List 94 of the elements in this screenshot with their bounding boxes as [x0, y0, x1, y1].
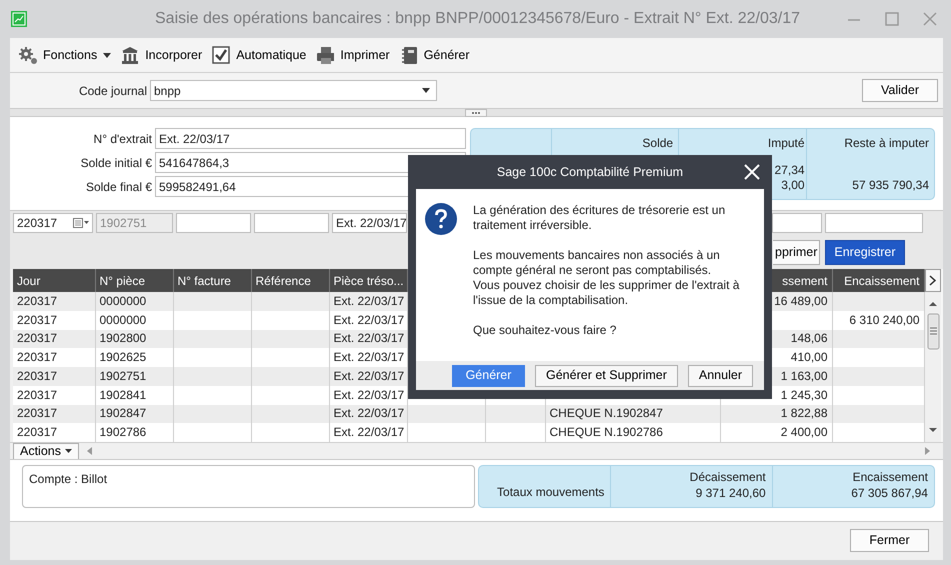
field-label: Solde final €: [84, 178, 152, 196]
bank-icon: [121, 46, 140, 64]
gear-icon: [18, 46, 37, 64]
printer-icon: [316, 46, 334, 64]
input-field[interactable]: [254, 213, 329, 233]
notebook-icon: [400, 46, 418, 64]
dialog-button[interactable]: Générer et Supprimer: [535, 364, 678, 386]
table-cell: Ext. 22/03/17: [329, 404, 407, 424]
table-cell: CHEQUE N.1902786: [545, 423, 720, 442]
input-field[interactable]: Ext. 22/03/17: [332, 213, 407, 233]
maximize-icon[interactable]: [885, 12, 899, 26]
table-cell: 220317: [13, 330, 95, 348]
totals-label: Totaux mouvements: [496, 484, 604, 500]
validate-button[interactable]: Valider: [862, 79, 938, 102]
table-cell: Ext. 22/03/17: [329, 367, 407, 386]
toolbar-button[interactable]: Incorporer: [121, 46, 202, 64]
column-header: Solde: [642, 136, 674, 151]
chevron-right-icon[interactable]: [929, 275, 936, 286]
table-cell: 1902786: [95, 423, 173, 442]
caret-icon: [65, 449, 72, 453]
table-cell: 220317: [13, 292, 95, 311]
window-title: Saisie des opérations bancaires : bnpp BNPP/00012345678/Euro - Extrait N° Ext. 22/03/17: [155, 9, 800, 29]
column-header[interactable]: Encaissement: [832, 269, 924, 292]
message-text: Que souhaitez-vous faire ?: [473, 323, 618, 338]
toolbar-button[interactable]: Imprimer: [316, 46, 390, 64]
table-cell: Ext. 22/03/17: [329, 292, 407, 311]
delete-button[interactable]: pprimer: [773, 240, 820, 264]
dialog-title: Sage 100c Comptabilité Premium: [496, 164, 684, 181]
message-text: Les mouvements bancaires non associés à un compte général ne seront pas comptabilisés.: [473, 248, 721, 278]
column-header: Imputé: [768, 136, 805, 151]
field-label: Code journal: [78, 82, 147, 100]
table-cell: Ext. 22/03/17: [329, 386, 407, 404]
dialog-button[interactable]: Générer: [452, 364, 525, 386]
input-field[interactable]: [176, 213, 251, 233]
amount-text: 3,00: [781, 178, 805, 193]
table-cell: 220317: [13, 423, 95, 442]
table-cell: 220317: [13, 386, 95, 404]
table-cell: 2 400,00: [720, 423, 832, 442]
amount-text: 27,34: [774, 163, 805, 178]
table-cell: Ext. 22/03/17: [329, 348, 407, 367]
amount-text: 57 935 790,34: [852, 178, 930, 193]
table-cell: Ext. 22/03/17: [329, 423, 407, 442]
table-cell: 1 822,88: [720, 404, 832, 424]
save-button[interactable]: Enregistrer: [825, 240, 905, 264]
column-header[interactable]: Référence: [251, 269, 329, 292]
table-cell: Ext. 22/03/17: [329, 330, 407, 348]
scroll-left-icon[interactable]: [87, 447, 92, 455]
table-cell: 1902751: [95, 367, 173, 386]
field-label: N° d'extrait: [92, 130, 152, 148]
date-field[interactable]: 220317: [13, 213, 93, 233]
table-cell: 220317: [13, 348, 95, 367]
table-cell: Ext. 22/03/17: [329, 310, 407, 330]
scrollbar-drawing[interactable]: [924, 292, 940, 442]
column-header[interactable]: Jour: [13, 269, 95, 292]
table-cell: 220317: [13, 404, 95, 424]
caret-icon: [422, 88, 430, 93]
table-cell: 220317: [13, 310, 95, 330]
app-icon: [11, 11, 27, 27]
message-text: La génération des écritures de trésorerie est un traitement irréversible.: [473, 203, 726, 233]
input-field: 1902751: [96, 213, 173, 233]
checkbox[interactable]: Automatique: [212, 46, 306, 64]
column-header: Décaissement: [688, 469, 766, 485]
dropdown[interactable]: bnpp: [150, 80, 437, 101]
grip-icon[interactable]: [465, 109, 487, 117]
field-label: Solde initial €: [80, 154, 152, 172]
column-header: Encaissement: [852, 469, 928, 485]
close-button[interactable]: Fermer: [850, 529, 929, 552]
account-box: Compte : Billot: [22, 465, 475, 508]
amount-text: 67 305 867,94: [850, 485, 928, 501]
scroll-right-icon[interactable]: [925, 447, 930, 455]
dialog-button[interactable]: Annuler: [688, 364, 753, 386]
column-header[interactable]: N° pièce: [95, 269, 173, 292]
table-cell: 1902847: [95, 404, 173, 424]
input-field[interactable]: [825, 213, 923, 233]
caret-icon: [103, 52, 112, 58]
column-header[interactable]: Pièce tréso...: [329, 269, 407, 292]
column-header: Reste à imputer: [844, 136, 930, 151]
column-header[interactable]: N° facture: [173, 269, 251, 292]
table-cell: CHEQUE N.1902847: [545, 404, 720, 424]
table-cell: 1902800: [95, 330, 173, 348]
table-cell: 1902841: [95, 386, 173, 404]
table-cell: 0000000: [95, 310, 173, 330]
table-cell: 0000000: [95, 292, 173, 311]
table-cell: 220317: [13, 367, 95, 386]
amount-text: 9 371 240,60: [694, 485, 766, 501]
question-icon: [425, 203, 457, 235]
table-cell: 1902625: [95, 348, 173, 367]
calendar-icon[interactable]: [73, 218, 89, 228]
table-cell: 6 310 240,00: [832, 310, 924, 330]
actions-button[interactable]: Actions: [13, 442, 79, 460]
menu-button[interactable]: Fonctions: [18, 46, 112, 64]
input-field[interactable]: [772, 213, 822, 233]
input-field[interactable]: Ext. 22/03/17: [155, 128, 466, 149]
toolbar-button[interactable]: Générer: [400, 46, 470, 64]
